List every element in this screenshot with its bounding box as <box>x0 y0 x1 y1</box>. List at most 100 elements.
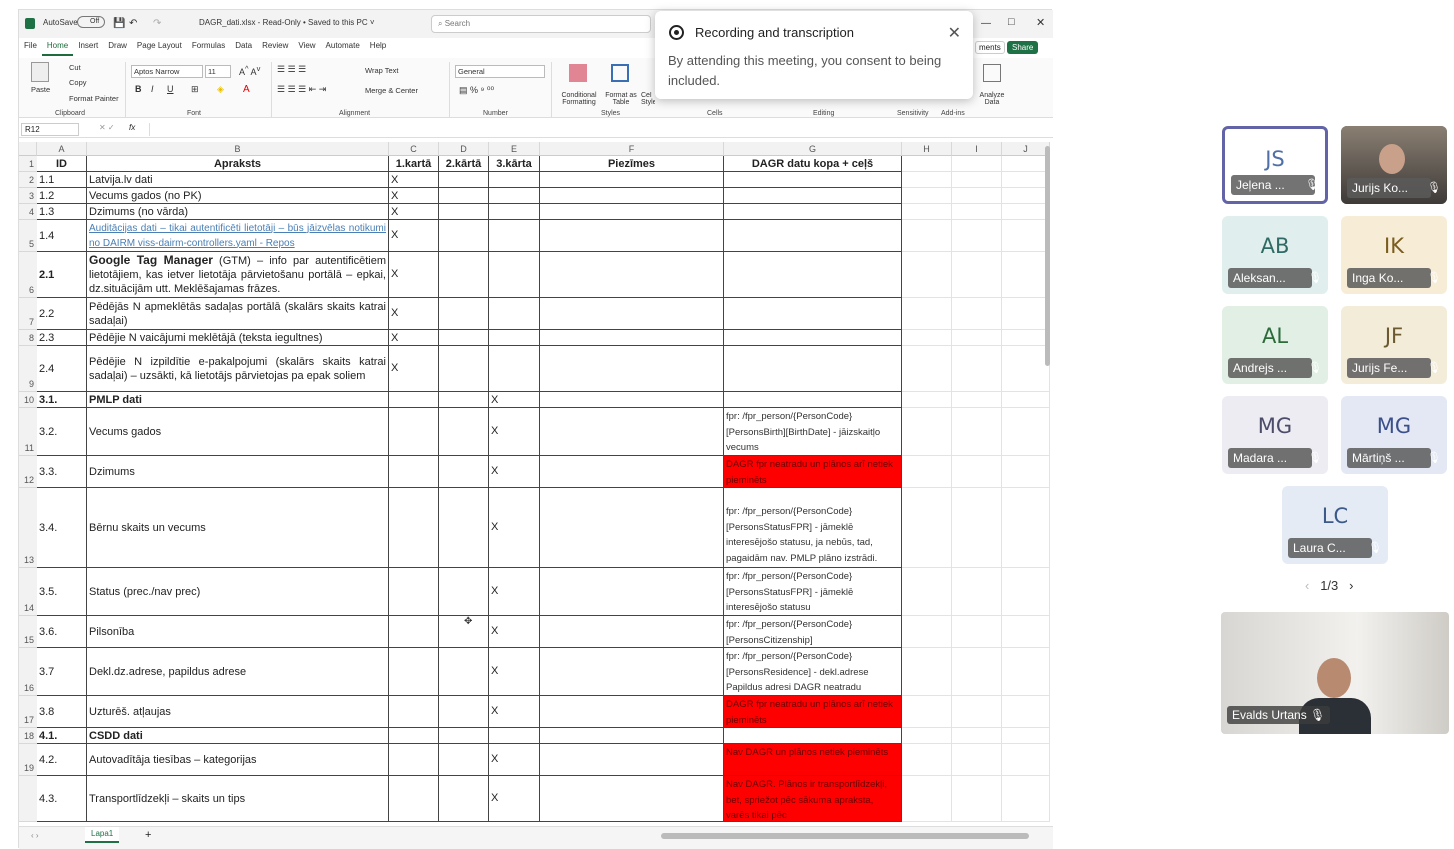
cell-b18[interactable]: CSDD dati <box>87 728 389 744</box>
cell-a19[interactable]: 4.2. <box>37 744 87 776</box>
analyze-data-button[interactable]: Analyze Data <box>977 92 1007 106</box>
cell-f9[interactable] <box>540 346 724 392</box>
row-header[interactable]: 14 <box>19 568 37 616</box>
cell-b16[interactable]: Dekl.dz.adrese, papildus adrese <box>87 648 389 696</box>
participant-tile[interactable]: JF Jurijs Fe... 🎙 <box>1341 306 1447 384</box>
empty-cell[interactable] <box>902 156 952 172</box>
cell-f7[interactable] <box>540 298 724 330</box>
empty-cell[interactable] <box>902 648 952 696</box>
cell-g9[interactable] <box>724 346 902 392</box>
cell-c11[interactable] <box>389 408 439 456</box>
cell-a5[interactable]: 1.4 <box>37 220 87 252</box>
cell-d3[interactable] <box>439 188 489 204</box>
empty-cell[interactable] <box>1002 776 1050 822</box>
cell-d1[interactable]: 2.kārtā <box>439 156 489 172</box>
row-header[interactable]: 6 <box>19 252 37 298</box>
cell-d17[interactable] <box>439 696 489 728</box>
tab-data[interactable]: Data <box>230 40 257 56</box>
row-header[interactable]: 3 <box>19 188 37 204</box>
self-video-tile[interactable]: Evalds Urtans 🎙 <box>1221 612 1449 734</box>
paste-button[interactable]: Paste <box>31 85 50 94</box>
cell-a10[interactable]: 3.1. <box>37 392 87 408</box>
cell-c2[interactable]: X <box>389 172 439 188</box>
empty-cell[interactable] <box>952 648 1002 696</box>
cell-c4[interactable]: X <box>389 204 439 220</box>
tab-help[interactable]: Help <box>365 40 391 56</box>
cell-d11[interactable] <box>439 408 489 456</box>
participant-tile[interactable]: MG Madara ... 🎙 <box>1222 396 1328 474</box>
cell-a15[interactable]: 3.6. <box>37 616 87 648</box>
cell-e17[interactable]: X <box>489 696 540 728</box>
cell-a14[interactable]: 3.5. <box>37 568 87 616</box>
empty-cell[interactable] <box>1002 744 1050 776</box>
empty-cell[interactable] <box>1002 696 1050 728</box>
cell-c19[interactable] <box>389 744 439 776</box>
cell-g15[interactable]: fpr: /fpr_person/{PersonCode}[PersonsCit… <box>724 616 902 648</box>
maximize-icon[interactable]: □ <box>1008 16 1015 28</box>
cell-b1[interactable]: Apraksts <box>87 156 389 172</box>
empty-cell[interactable] <box>1002 172 1050 188</box>
tab-home[interactable]: Home <box>41 40 74 56</box>
next-page-icon[interactable]: › <box>1349 578 1353 593</box>
column-header-j[interactable]: J <box>1002 142 1050 156</box>
cell-e1[interactable]: 3.kārta <box>489 156 540 172</box>
cell-f12[interactable] <box>540 456 724 488</box>
cell-a17[interactable]: 3.8 <box>37 696 87 728</box>
cell-a9[interactable]: 2.4 <box>37 346 87 392</box>
tab-view[interactable]: View <box>293 40 320 56</box>
cell-b5[interactable]: Auditācijas dati – tikai autentificēti l… <box>87 220 389 252</box>
undo-icon[interactable]: ↶ <box>129 18 137 29</box>
cell-d8[interactable] <box>439 330 489 346</box>
cell-c1[interactable]: 1.kartā <box>389 156 439 172</box>
cancel-icon[interactable]: ✕ ✓ <box>99 123 115 132</box>
row-header[interactable]: 7 <box>19 298 37 330</box>
cell-f18[interactable] <box>540 728 724 744</box>
column-header-i[interactable]: I <box>952 142 1002 156</box>
tab-file[interactable]: File <box>19 40 42 56</box>
empty-cell[interactable] <box>952 488 1002 568</box>
empty-cell[interactable] <box>1002 488 1050 568</box>
cell-g3[interactable] <box>724 188 902 204</box>
empty-cell[interactable] <box>1002 728 1050 744</box>
formula-input[interactable] <box>149 123 1039 136</box>
cell-b17[interactable]: Uzturēš. atļaujas <box>87 696 389 728</box>
cell-c13[interactable] <box>389 488 439 568</box>
cell-e8[interactable] <box>489 330 540 346</box>
empty-cell[interactable] <box>902 346 952 392</box>
cell-f[interactable] <box>540 776 724 822</box>
cell-e11[interactable]: X <box>489 408 540 456</box>
cell-g12[interactable]: DAGR fpr neatradu un plānos arī netiek p… <box>724 456 902 488</box>
empty-cell[interactable] <box>952 172 1002 188</box>
tab-review[interactable]: Review <box>257 40 293 56</box>
cell-e6[interactable] <box>489 252 540 298</box>
participant-tile[interactable]: LC Laura C... 🎙 <box>1282 486 1388 564</box>
participant-tile[interactable]: AB Aleksan... 🎙 <box>1222 216 1328 294</box>
bold-icon[interactable]: B <box>135 84 142 94</box>
cell-b7[interactable]: Pēdējās N apmeklētās sadaļas portālā (sk… <box>87 298 389 330</box>
cell-a16[interactable]: 3.7 <box>37 648 87 696</box>
cell-e7[interactable] <box>489 298 540 330</box>
cell-d19[interactable] <box>439 744 489 776</box>
empty-cell[interactable] <box>1002 346 1050 392</box>
empty-cell[interactable] <box>902 392 952 408</box>
cell-d7[interactable] <box>439 298 489 330</box>
cell-a11[interactable]: 3.2. <box>37 408 87 456</box>
format-as-table-button[interactable]: Format as Table <box>603 92 639 106</box>
font-size-select[interactable]: 11 <box>205 65 231 78</box>
cell-styles-button[interactable]: Cel Styles <box>641 92 655 106</box>
cell-c8[interactable]: X <box>389 330 439 346</box>
participant-tile[interactable]: AL Andrejs ... 🎙 <box>1222 306 1328 384</box>
currency-icon[interactable]: ▤ % ⁹ ⁰⁰ <box>459 85 494 96</box>
empty-cell[interactable] <box>902 776 952 822</box>
cell-b6[interactable]: Google Tag Manager (GTM) – info par aute… <box>87 252 389 298</box>
column-header-h[interactable]: H <box>902 142 952 156</box>
cell-a8[interactable]: 2.3 <box>37 330 87 346</box>
tab-page-layout[interactable]: Page Layout <box>132 40 187 56</box>
cell-c14[interactable] <box>389 568 439 616</box>
empty-cell[interactable] <box>902 252 952 298</box>
cell-b15[interactable]: Pilsonība <box>87 616 389 648</box>
cell-a4[interactable]: 1.3 <box>37 204 87 220</box>
align-left-icon[interactable]: ☰ ☰ ☰ ⇤ ⇥ <box>277 84 326 95</box>
cell-f2[interactable] <box>540 172 724 188</box>
cell-g8[interactable] <box>724 330 902 346</box>
